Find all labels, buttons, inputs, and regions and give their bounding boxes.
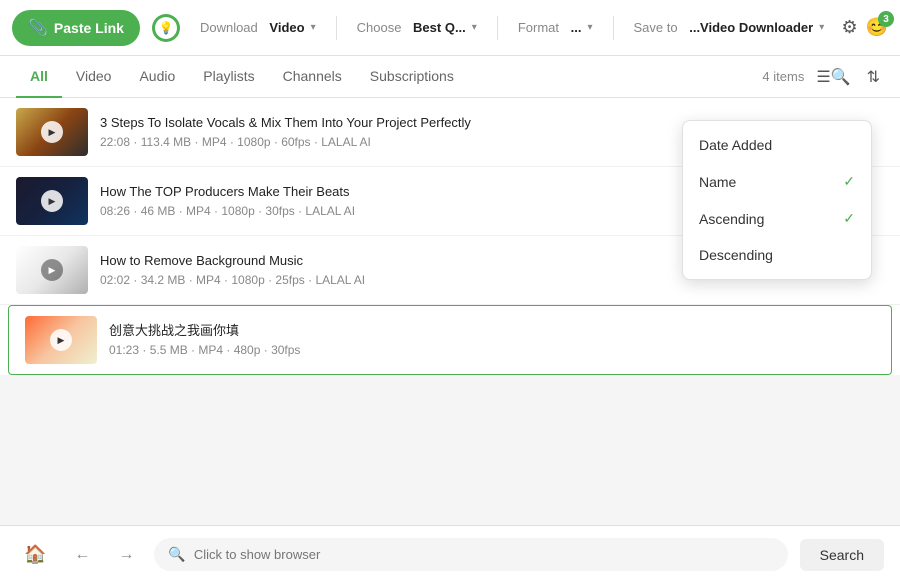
tab-video[interactable]: Video [62,56,126,98]
sort-dropdown-menu: Date Added Name ✓ Ascending ✓ Descending [682,120,872,280]
video-thumbnail: ▶ [16,246,88,294]
video-meta: 01:23 · 5.5 MB · MP4 · 480p · 30fps [109,343,875,357]
chevron-down-icon: ▾ [311,22,316,33]
divider [336,16,337,40]
clip-icon: 📎 [28,18,48,38]
notification-badge: 3 [878,11,894,27]
video-title: 创意大挑战之我画你填 [109,323,875,340]
account-button[interactable]: 😊 3 [866,17,888,38]
settings-button[interactable]: ⚙ [841,17,857,38]
header-right: ⚙ 😊 3 [841,17,888,38]
sort-button[interactable]: ⇅ [863,63,884,91]
browser-address-bar[interactable]: 🔍 [154,538,787,571]
paste-link-button[interactable]: 📎 Paste Link [12,10,140,46]
bottom-bar: 🏠 ← → 🔍 Search [0,525,900,583]
check-icon: ✓ [843,210,855,227]
sort-option-ascending[interactable]: Ascending ✓ [683,200,871,237]
play-icon: ▶ [41,259,63,281]
table-row[interactable]: ▶ 创意大挑战之我画你填 01:23 · 5.5 MB · MP4 · 480p… [8,305,892,375]
tab-channels[interactable]: Channels [269,56,356,98]
tab-audio[interactable]: Audio [125,56,189,98]
video-info: 创意大挑战之我画你填 01:23 · 5.5 MB · MP4 · 480p ·… [109,323,875,358]
choose-quality-dropdown[interactable]: Choose Best Q... ▾ [349,16,485,39]
divider [613,16,614,40]
tab-all[interactable]: All [16,56,62,98]
chevron-down-icon: ▾ [472,22,477,33]
forward-button[interactable]: → [110,542,142,568]
browser-input[interactable] [194,547,774,562]
app-header: 📎 Paste Link 💡 Download Video ▾ Choose B… [0,0,900,56]
video-thumbnail: ▶ [25,316,97,364]
play-icon: ▶ [41,190,63,212]
lightbulb-icon: 💡 [158,21,173,35]
sort-option-date-added[interactable]: Date Added [683,127,871,163]
items-count: 4 items [762,69,804,84]
divider [497,16,498,40]
back-button[interactable]: ← [66,542,98,568]
play-icon: ▶ [50,329,72,351]
nav-tabs: All Video Audio Playlists Channels Subsc… [0,56,900,98]
chevron-down-icon: ▾ [819,22,824,33]
nav-right: 4 items ☰🔍 ⇅ [762,63,884,91]
home-button[interactable]: 🏠 [16,540,54,569]
toggle-switch[interactable]: 💡 [152,14,180,42]
sort-option-name[interactable]: Name ✓ [683,163,871,200]
tab-subscriptions[interactable]: Subscriptions [356,56,468,98]
sort-option-descending[interactable]: Descending [683,237,871,273]
video-thumbnail: ▶ [16,177,88,225]
download-type-dropdown[interactable]: Download Video ▾ [192,16,324,39]
save-to-dropdown[interactable]: Save to ...Video Downloader ▾ [626,16,833,39]
chevron-down-icon: ▾ [587,22,592,33]
format-dropdown[interactable]: Format ... ▾ [510,16,601,39]
search-button[interactable]: Search [800,539,884,571]
check-icon: ✓ [843,173,855,190]
video-thumbnail: ▶ [16,108,88,156]
tab-playlists[interactable]: Playlists [189,56,268,98]
toggle-inner: 💡 [155,17,177,39]
search-icon: 🔍 [168,546,185,563]
play-icon: ▶ [41,121,63,143]
list-search-button[interactable]: ☰🔍 [812,63,854,91]
